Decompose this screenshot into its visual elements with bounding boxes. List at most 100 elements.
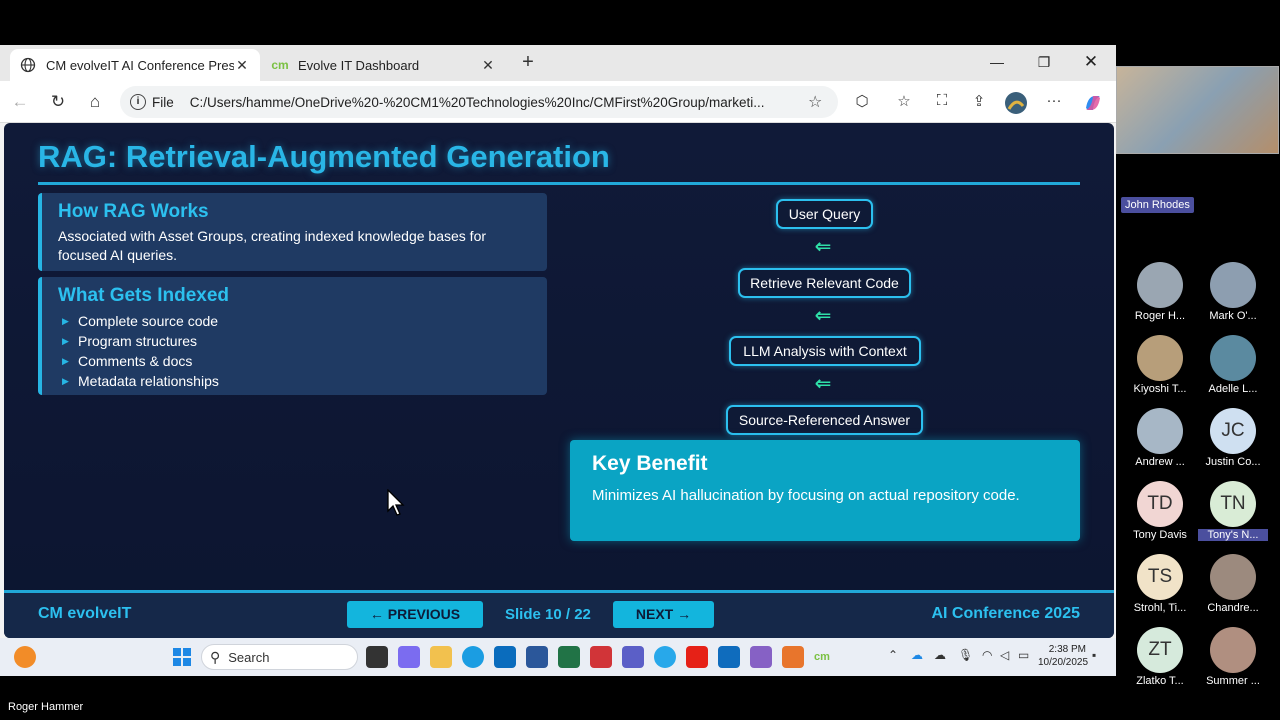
participant-tile[interactable]: ZT Zlatko T...	[1125, 627, 1195, 687]
windows-start-icon[interactable]	[171, 646, 193, 668]
url-text: C:/Users/hamme/OneDrive%20-%20CM1%20Tech…	[189, 94, 765, 110]
clock-date: 10/20/2025	[1038, 657, 1089, 668]
edge-icon[interactable]	[462, 646, 484, 668]
close-window-button[interactable]: ✕	[1068, 51, 1114, 75]
close-icon[interactable]: ✕	[234, 57, 250, 74]
tab-dashboard[interactable]: cm Evolve IT Dashboard ✕	[262, 49, 506, 81]
participant-name: Kiyoshi T...	[1133, 383, 1187, 395]
indexed-list: ▶ Complete source code ▶ Program structure…	[58, 311, 531, 391]
info-icon[interactable]: i	[130, 94, 146, 110]
bullet-icon: ▶	[62, 316, 69, 326]
key-benefit-box: Key Benefit Minimizes AI hallucination b…	[570, 440, 1080, 541]
share-icon[interactable]: ⇪	[968, 92, 990, 112]
profile-avatar[interactable]	[1005, 92, 1027, 114]
flow-step-answer: Source-Referenced Answer	[726, 405, 923, 435]
new-tab-button[interactable]: +	[516, 51, 540, 75]
teams-icon[interactable]	[622, 646, 644, 668]
next-button[interactable]: NEXT →	[613, 601, 714, 628]
clock-time: 2:38 PM	[1048, 644, 1086, 655]
restore-button[interactable]: ❐	[1021, 51, 1067, 75]
copilot-taskbar-icon[interactable]	[398, 646, 420, 668]
favorite-star-icon[interactable]: ☆	[808, 92, 828, 112]
excel-icon[interactable]	[558, 646, 580, 668]
screenshot-icon[interactable]: ⛶	[931, 92, 953, 112]
list-item: ▶ Complete source code	[58, 311, 531, 331]
participant-tile[interactable]: Roger H...	[1125, 262, 1195, 322]
card-heading: How RAG Works	[58, 201, 209, 222]
participant-tile[interactable]: TD Tony Davis	[1125, 481, 1195, 541]
participant-tile[interactable]: Chandre...	[1198, 554, 1268, 614]
file-explorer-icon[interactable]	[430, 646, 452, 668]
windows-taskbar: ⚲ Search cm ⌃ ☁ ☁ 🎙 ◠ ◁ ▭ 2:38 PM 10/20/…	[0, 638, 1116, 676]
refresh-button[interactable]: ↻	[46, 90, 70, 114]
system-clock[interactable]: 2:38 PM 10/20/2025	[1038, 643, 1089, 669]
more-menu-icon[interactable]: ···	[1043, 92, 1065, 112]
search-label: Search	[228, 649, 270, 665]
store-icon[interactable]	[494, 646, 516, 668]
benefit-heading: Key Benefit	[592, 452, 708, 475]
participant-name: Andrew ...	[1135, 456, 1185, 468]
globe-icon	[20, 57, 36, 73]
avatar	[1210, 335, 1256, 381]
avatar	[1137, 262, 1183, 308]
copilot-icon[interactable]	[1082, 92, 1104, 112]
notification-bell-icon[interactable]: ▪	[1092, 648, 1096, 662]
participant-name: Strohl, Ti...	[1133, 602, 1187, 614]
participant-tile[interactable]: Summer ...	[1198, 627, 1268, 687]
participant-tile[interactable]: Andrew ...	[1125, 408, 1195, 468]
tab-presentation[interactable]: CM evolveIT AI Conference Preser ✕	[10, 49, 260, 81]
participant-tile[interactable]: Mark O'...	[1198, 262, 1268, 322]
onedrive-icon[interactable]: ☁	[911, 648, 923, 662]
app-icon-2[interactable]	[782, 646, 804, 668]
tab-title: CM evolveIT AI Conference Preser	[46, 57, 234, 73]
battery-icon[interactable]: ▭	[1018, 648, 1029, 662]
mic-muted-icon[interactable]: 🎙	[958, 648, 973, 662]
benefit-body: Minimizes AI hallucination by focusing o…	[592, 487, 1020, 504]
screen: CM evolveIT AI Conference Preser ✕ cm Ev…	[0, 0, 1280, 720]
cm-logo-icon: cm	[271, 58, 289, 72]
bullet-icon: ▶	[62, 336, 69, 346]
back-button[interactable]: ←	[8, 90, 32, 114]
address-bar[interactable]: i File C:/Users/hamme/OneDrive%20-%20CM1…	[120, 86, 838, 118]
word-icon[interactable]	[526, 646, 548, 668]
list-item: ▶ Metadata relationships	[58, 371, 531, 391]
home-button[interactable]: ⌂	[83, 90, 107, 114]
avatar	[1210, 627, 1256, 673]
room-video-feed[interactable]	[1116, 66, 1279, 154]
cm-app-icon[interactable]: cm	[814, 646, 836, 668]
close-icon[interactable]: ✕	[480, 57, 496, 74]
list-item-label: Metadata relationships	[78, 373, 219, 389]
slide-title: RAG: Retrieval-Augmented Generation	[38, 139, 610, 174]
avatar: JC	[1210, 408, 1256, 454]
speaker-tag: John Rhodes	[1121, 197, 1194, 213]
outlook-icon[interactable]	[718, 646, 740, 668]
flow-step-user-query: User Query	[776, 199, 873, 229]
volume-icon[interactable]: ◁	[1000, 648, 1009, 662]
task-view-icon[interactable]	[366, 646, 388, 668]
participant-tile[interactable]: Adelle L...	[1198, 335, 1268, 395]
participant-name: Mark O'...	[1209, 310, 1257, 322]
chrome-icon[interactable]	[654, 646, 676, 668]
acrobat-icon[interactable]	[590, 646, 612, 668]
participant-tile[interactable]: Kiyoshi T...	[1125, 335, 1195, 395]
youtube-icon[interactable]	[686, 646, 708, 668]
wifi-icon[interactable]: ◠	[982, 648, 992, 662]
participant-tile[interactable]: TN Tony's N...	[1198, 481, 1268, 541]
previous-button[interactable]: ← PREVIOUS	[347, 601, 483, 628]
app-icon[interactable]	[750, 646, 772, 668]
presenter-name: Roger Hammer	[8, 701, 84, 713]
participant-tile[interactable]: TS Strohl, Ti...	[1125, 554, 1195, 614]
bullet-icon: ▶	[62, 376, 69, 386]
extensions-icon[interactable]: ⬡	[851, 92, 873, 112]
avatar: TD	[1137, 481, 1183, 527]
participant-tile[interactable]: JC Justin Co...	[1198, 408, 1268, 468]
minimize-button[interactable]: —	[974, 51, 1020, 75]
browser-window: CM evolveIT AI Conference Preser ✕ cm Ev…	[0, 45, 1116, 638]
mouse-cursor-icon	[387, 489, 405, 516]
chevron-up-icon[interactable]: ⌃	[888, 648, 898, 662]
notification-app-icon[interactable]	[14, 646, 36, 668]
taskbar-search[interactable]: ⚲ Search	[201, 644, 358, 670]
cloud-icon[interactable]: ☁	[934, 648, 946, 662]
tab-title: Evolve IT Dashboard	[298, 57, 420, 73]
favorites-icon[interactable]: ☆	[893, 92, 915, 112]
